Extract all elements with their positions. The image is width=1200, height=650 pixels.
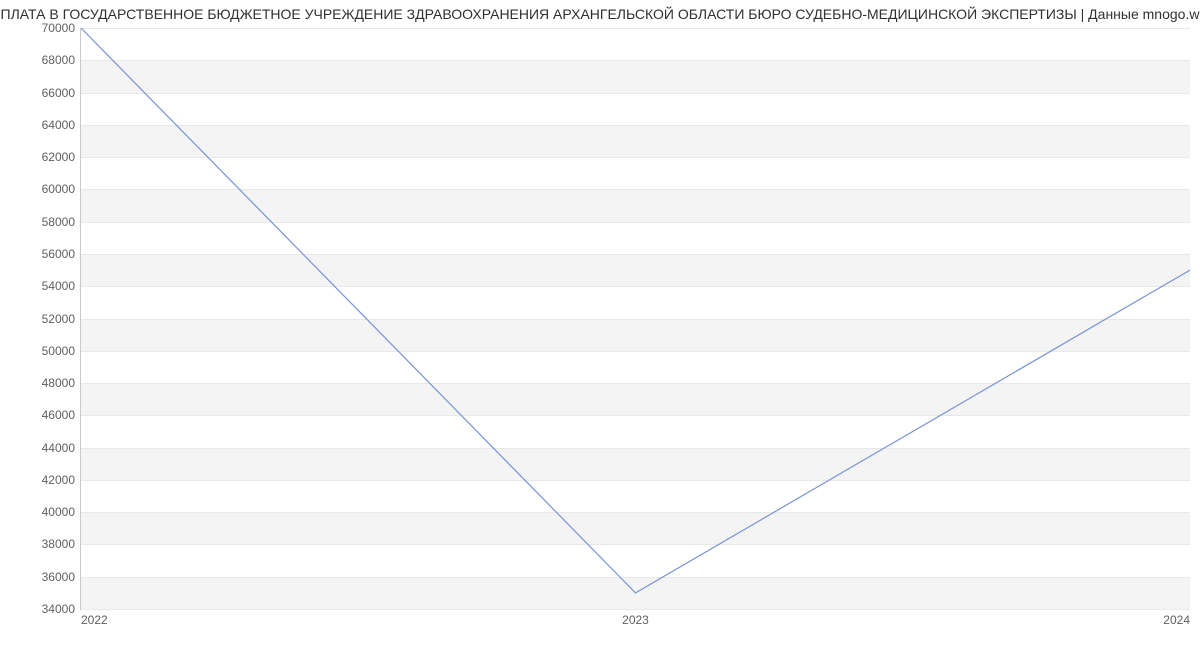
y-tick-label: 40000: [42, 505, 81, 519]
y-tick-label: 68000: [42, 53, 81, 67]
y-tick-label: 42000: [42, 473, 81, 487]
y-tick-label: 52000: [42, 312, 81, 326]
y-tick-label: 44000: [42, 441, 81, 455]
y-tick-label: 56000: [42, 247, 81, 261]
chart-title: ПЛАТА В ГОСУДАРСТВЕННОЕ БЮДЖЕТНОЕ УЧРЕЖД…: [0, 4, 1200, 24]
y-tick-label: 70000: [42, 21, 81, 35]
line-series-layer: [81, 28, 1190, 609]
y-tick-label: 46000: [42, 408, 81, 422]
y-tick-label: 38000: [42, 537, 81, 551]
y-tick-label: 48000: [42, 376, 81, 390]
series-line: [81, 28, 1190, 593]
y-tick-label: 58000: [42, 215, 81, 229]
x-tick-label: 2024: [1163, 609, 1190, 627]
y-tick-label: 62000: [42, 150, 81, 164]
y-tick-label: 54000: [42, 279, 81, 293]
y-tick-label: 66000: [42, 86, 81, 100]
y-tick-label: 34000: [42, 602, 81, 616]
y-tick-label: 50000: [42, 344, 81, 358]
x-tick-label: 2022: [81, 609, 108, 627]
x-tick-label: 2023: [622, 609, 649, 627]
chart-plot-area: 3400036000380004000042000440004600048000…: [80, 28, 1190, 610]
y-tick-label: 60000: [42, 182, 81, 196]
y-tick-label: 64000: [42, 118, 81, 132]
y-tick-label: 36000: [42, 570, 81, 584]
